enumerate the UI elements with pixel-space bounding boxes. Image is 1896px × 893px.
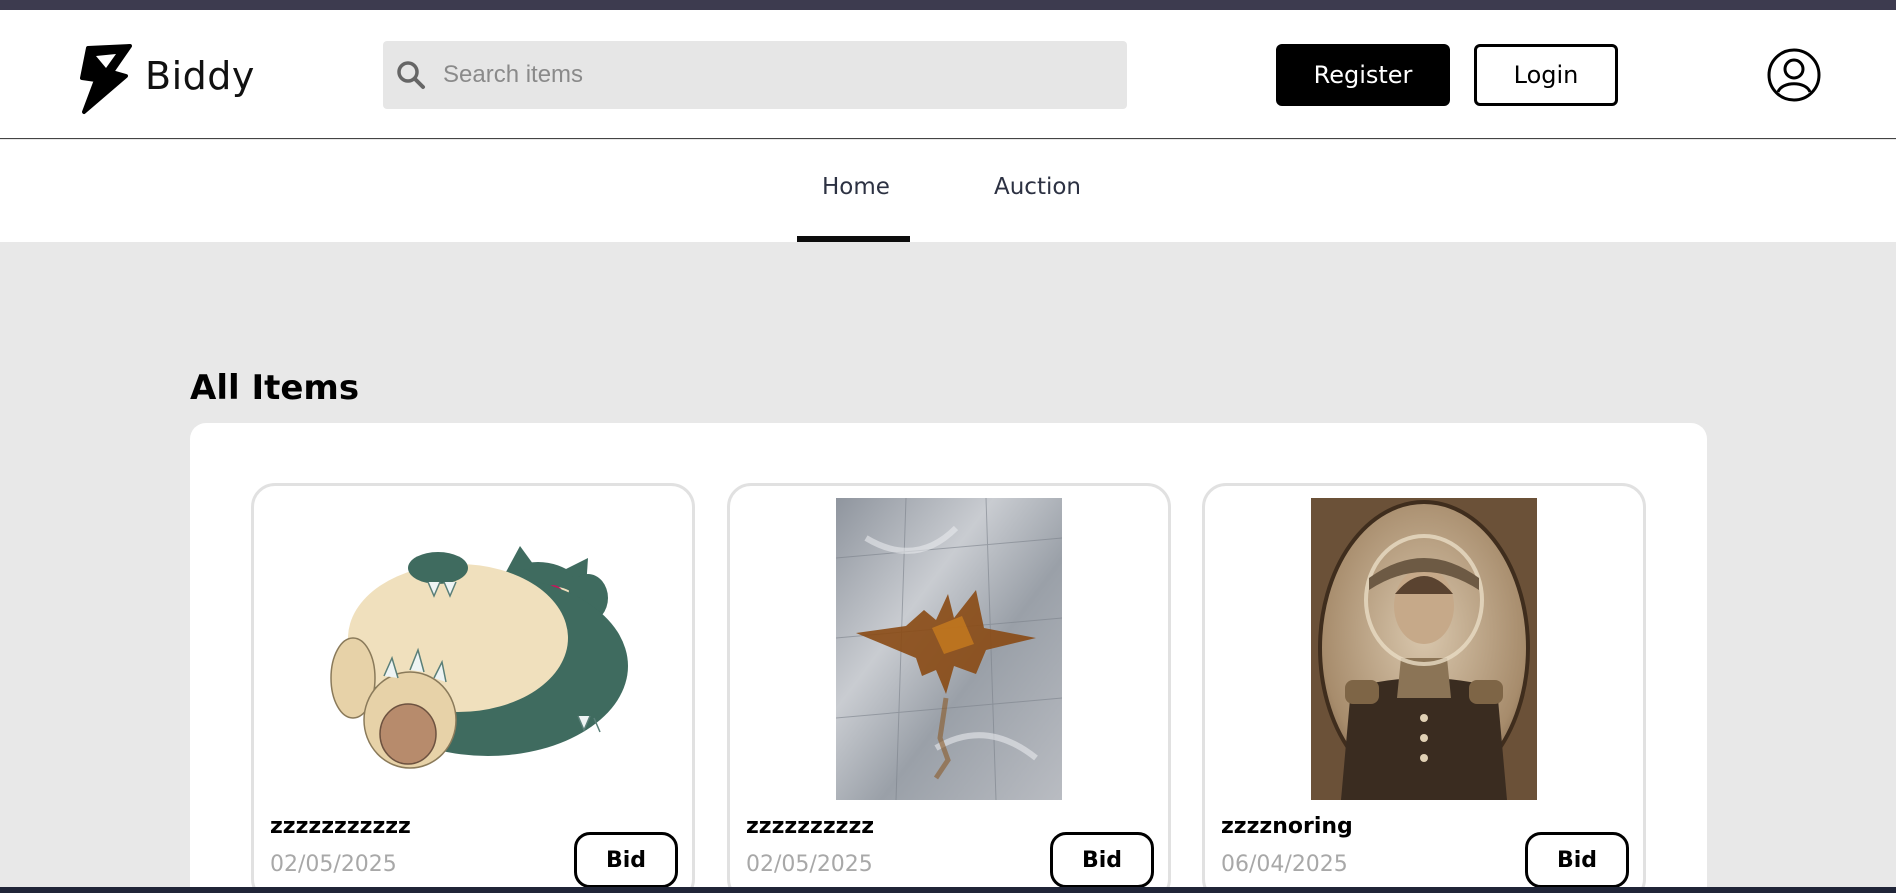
item-card[interactable]: zzzzzzzzzz 02/05/2025 Bid xyxy=(727,483,1171,893)
item-card[interactable]: zzzznoring 06/04/2025 Bid xyxy=(1202,483,1646,893)
item-name: zzzznoring xyxy=(1221,814,1353,839)
splatter-floor-image xyxy=(836,498,1062,800)
main-nav: Home Auction xyxy=(0,140,1896,242)
item-date: 02/05/2025 xyxy=(270,852,397,877)
active-tab-indicator xyxy=(797,236,910,242)
item-card[interactable]: zzzzzzzzzzz 02/05/2025 Bid xyxy=(251,483,695,893)
item-date: 06/04/2025 xyxy=(1221,852,1348,877)
bid-button[interactable]: Bid xyxy=(574,832,678,888)
login-button[interactable]: Login xyxy=(1474,44,1618,106)
biddy-logo-icon[interactable] xyxy=(74,42,136,118)
tab-auction[interactable]: Auction xyxy=(994,174,1081,200)
tab-home[interactable]: Home xyxy=(822,174,890,200)
window-top-strip xyxy=(0,0,1896,10)
sleeping-creature-image xyxy=(330,546,628,769)
register-button[interactable]: Register xyxy=(1276,44,1450,106)
search-bar[interactable] xyxy=(383,41,1127,109)
window-bottom-bar xyxy=(0,887,1896,893)
search-input[interactable] xyxy=(443,41,1113,109)
search-icon xyxy=(397,61,425,89)
space-helmet-portrait-image xyxy=(1311,498,1537,800)
item-image xyxy=(730,498,1168,800)
item-name: zzzzzzzzzz xyxy=(746,814,875,839)
item-image xyxy=(1205,498,1643,800)
item-name: zzzzzzzzzzz xyxy=(270,814,411,839)
site-header: Biddy Register Login xyxy=(0,10,1896,139)
item-date: 02/05/2025 xyxy=(746,852,873,877)
page-title: All Items xyxy=(190,368,360,408)
brand-name[interactable]: Biddy xyxy=(145,54,255,98)
bid-button[interactable]: Bid xyxy=(1525,832,1629,888)
bid-button[interactable]: Bid xyxy=(1050,832,1154,888)
user-account-icon[interactable] xyxy=(1766,47,1822,103)
item-image xyxy=(254,498,692,800)
